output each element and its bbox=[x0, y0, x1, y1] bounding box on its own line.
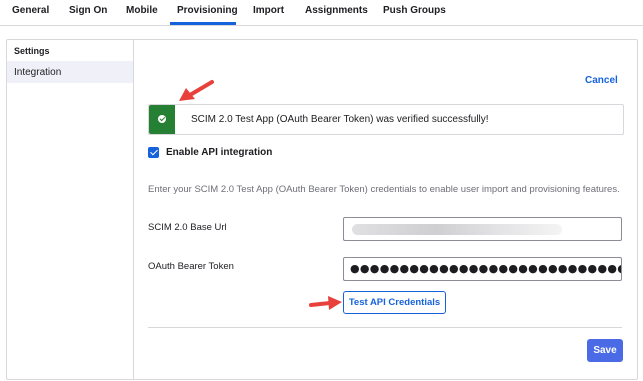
success-banner: SCIM 2.0 Test App (OAuth Bearer Token) w… bbox=[148, 104, 624, 135]
credentials-description: Enter your SCIM 2.0 Test App (OAuth Bear… bbox=[148, 184, 620, 195]
test-api-credentials-button[interactable]: Test API Credentials bbox=[343, 291, 446, 314]
token-masked-value: ●●●●●●●●●●●●●●●●●●●●●●●●●●●●●●●●● bbox=[350, 262, 621, 275]
sidebar-item-label: Integration bbox=[14, 67, 62, 78]
token-input[interactable]: ●●●●●●●●●●●●●●●●●●●●●●●●●●●●●●●●● bbox=[343, 257, 622, 281]
save-button[interactable]: Save bbox=[587, 339, 623, 362]
cancel-link[interactable]: Cancel bbox=[585, 75, 618, 86]
tab-mobile[interactable]: Mobile bbox=[126, 5, 158, 16]
tab-provisioning[interactable]: Provisioning bbox=[177, 5, 238, 16]
divider bbox=[148, 327, 622, 328]
tab-assignments[interactable]: Assignments bbox=[305, 5, 368, 16]
success-check-icon bbox=[149, 105, 175, 134]
annotation-arrow-icon bbox=[309, 296, 342, 310]
settings-sidebar: Settings Integration bbox=[7, 40, 134, 379]
base-url-label: SCIM 2.0 Base Url bbox=[148, 222, 227, 233]
sidebar-item-integration[interactable]: Integration bbox=[7, 61, 133, 83]
tab-general[interactable]: General bbox=[12, 5, 49, 16]
banner-message: SCIM 2.0 Test App (OAuth Bearer Token) w… bbox=[191, 114, 489, 125]
tab-push-groups[interactable]: Push Groups bbox=[383, 5, 446, 16]
sidebar-heading: Settings bbox=[14, 46, 50, 56]
settings-panel: Settings Integration bbox=[6, 39, 638, 380]
tab-sign-on[interactable]: Sign On bbox=[69, 5, 107, 16]
tab-import[interactable]: Import bbox=[253, 5, 284, 16]
enable-api-checkbox[interactable] bbox=[148, 147, 159, 158]
tab-bar: General Sign On Mobile Provisioning Impo… bbox=[0, 0, 643, 26]
token-label: OAuth Bearer Token bbox=[148, 261, 234, 272]
annotation-arrow-icon bbox=[179, 80, 214, 101]
active-tab-indicator bbox=[170, 22, 236, 25]
enable-api-label[interactable]: Enable API integration bbox=[166, 147, 272, 158]
base-url-input[interactable] bbox=[343, 217, 622, 241]
redacted-value bbox=[352, 224, 562, 235]
